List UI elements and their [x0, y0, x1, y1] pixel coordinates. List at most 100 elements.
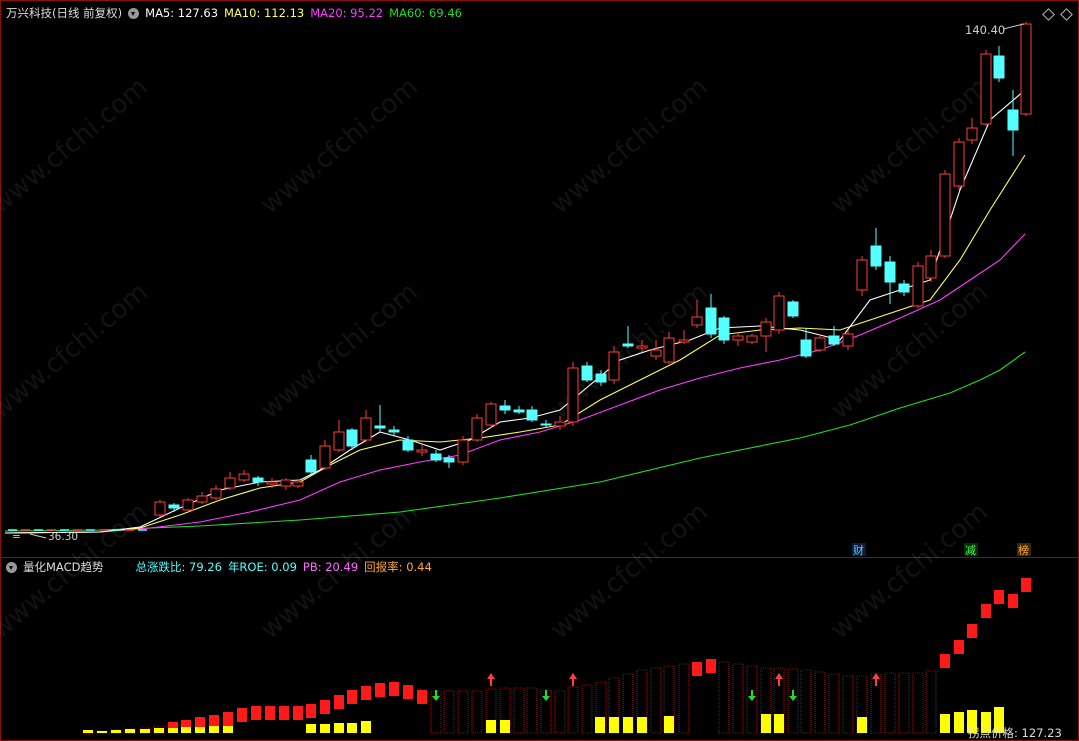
candle-body [360, 417, 372, 441]
candle-body [925, 255, 937, 279]
candle-body [319, 445, 331, 469]
macd-bar [279, 706, 289, 720]
watermark-text: www.cfchi.com [255, 72, 424, 220]
candle-body [842, 333, 854, 347]
watermark-text: www.cfchi.com [825, 277, 994, 425]
candle-body [663, 337, 675, 363]
macd-bar [954, 640, 964, 654]
macd-bar [293, 706, 303, 720]
macd-yellow-bar [209, 726, 219, 733]
macd-bar [706, 659, 716, 673]
macd-bar [800, 669, 812, 734]
macd-yellow-bar [595, 717, 605, 733]
macd-bar [994, 590, 1004, 604]
chart-canvas[interactable]: www.cfchi.com www.cfchi.com www.cfchi.com w… [0, 0, 1079, 741]
macd-yellow-bar [83, 730, 93, 733]
macd-bar [334, 695, 344, 709]
candle-body [870, 245, 882, 267]
macd-bar [718, 661, 730, 734]
candle-body [608, 351, 620, 381]
candle-body [760, 321, 772, 337]
macd-bar [265, 706, 275, 720]
macd-bar [554, 690, 566, 734]
candle-body [266, 481, 278, 485]
candle-body [939, 173, 951, 257]
candle-body [678, 339, 690, 343]
macd-yellow-bar [857, 717, 867, 733]
macd-bar [912, 672, 924, 734]
candle-body [430, 453, 442, 461]
candle-body [718, 317, 730, 341]
candle-body [636, 345, 648, 349]
macd-bar [347, 690, 357, 704]
candle-body [471, 417, 483, 441]
candle-body [787, 301, 799, 317]
macd-bar [417, 690, 427, 704]
macd-bar [306, 704, 316, 718]
high-price-label: 140.40 [965, 23, 1005, 37]
ma5-line [4, 89, 1026, 534]
macd-yellow-bar [181, 727, 191, 733]
macd-yellow-bar [320, 724, 330, 733]
macd-bar [389, 682, 399, 696]
cai-marker[interactable]: 财 [853, 543, 864, 557]
candle-body [980, 53, 992, 125]
turning-price-label: 拐点价格: 127.23 [968, 726, 1062, 740]
macd-bar [457, 690, 469, 734]
macd-yellow-bar [140, 729, 150, 733]
macd-bar [678, 663, 690, 734]
arrow-up-icon [487, 673, 495, 679]
candle-body [292, 481, 304, 487]
candle-body [554, 421, 566, 427]
candle-body [567, 367, 579, 423]
bang-marker[interactable]: 榜 [1018, 543, 1029, 557]
macd-bar [513, 687, 525, 734]
macd-yellow-bar [774, 714, 784, 733]
macd-bar [251, 706, 261, 720]
macd-yellow-bar [361, 721, 371, 733]
candle-body [305, 459, 317, 473]
macd-bar [842, 675, 854, 734]
macd-bar [375, 683, 385, 697]
macd-bar [526, 687, 538, 734]
candle-body [388, 429, 400, 433]
macd-yellow-bar [334, 723, 344, 733]
candle-body [691, 316, 703, 326]
arrow-down-icon [542, 696, 550, 701]
watermark-text: www.cfchi.com [545, 72, 714, 220]
jian-marker[interactable]: 减 [965, 544, 976, 557]
macd-yellow-bar [154, 728, 164, 733]
macd-bar [732, 663, 744, 734]
signal-arrows [432, 673, 880, 701]
macd-bar [981, 604, 991, 618]
candle-body [705, 307, 717, 335]
candle-body [828, 335, 840, 345]
candle-body [154, 501, 166, 516]
low-pointer [29, 533, 47, 539]
macd-yellow-bar [306, 724, 316, 733]
arrow-down-icon [432, 696, 440, 701]
candle-body [773, 295, 785, 331]
macd-bar [898, 672, 910, 734]
watermark-text: www.cfchi.com [255, 497, 424, 645]
candle-body [196, 495, 208, 503]
macd-yellow-bar [125, 729, 135, 733]
macd-bar [650, 667, 662, 734]
candle-body [732, 335, 744, 341]
macd-yellow-bar [664, 716, 674, 733]
candle-body [499, 405, 511, 411]
candle-body [746, 335, 758, 343]
watermark-text: www.cfchi.com [255, 277, 424, 425]
macd-bar [940, 654, 950, 668]
candle-body [650, 349, 662, 357]
watermark-text: www.cfchi.com [825, 72, 994, 220]
arrow-up-icon [569, 673, 577, 679]
candle-body [346, 429, 358, 447]
macd-yellow-bar [195, 727, 205, 733]
candle-body [280, 479, 292, 487]
candle-body [238, 473, 250, 481]
macd-bar [567, 686, 579, 734]
candle-body [457, 439, 469, 463]
macd-bar [925, 670, 937, 734]
watermark-text: www.cfchi.com [0, 277, 154, 425]
